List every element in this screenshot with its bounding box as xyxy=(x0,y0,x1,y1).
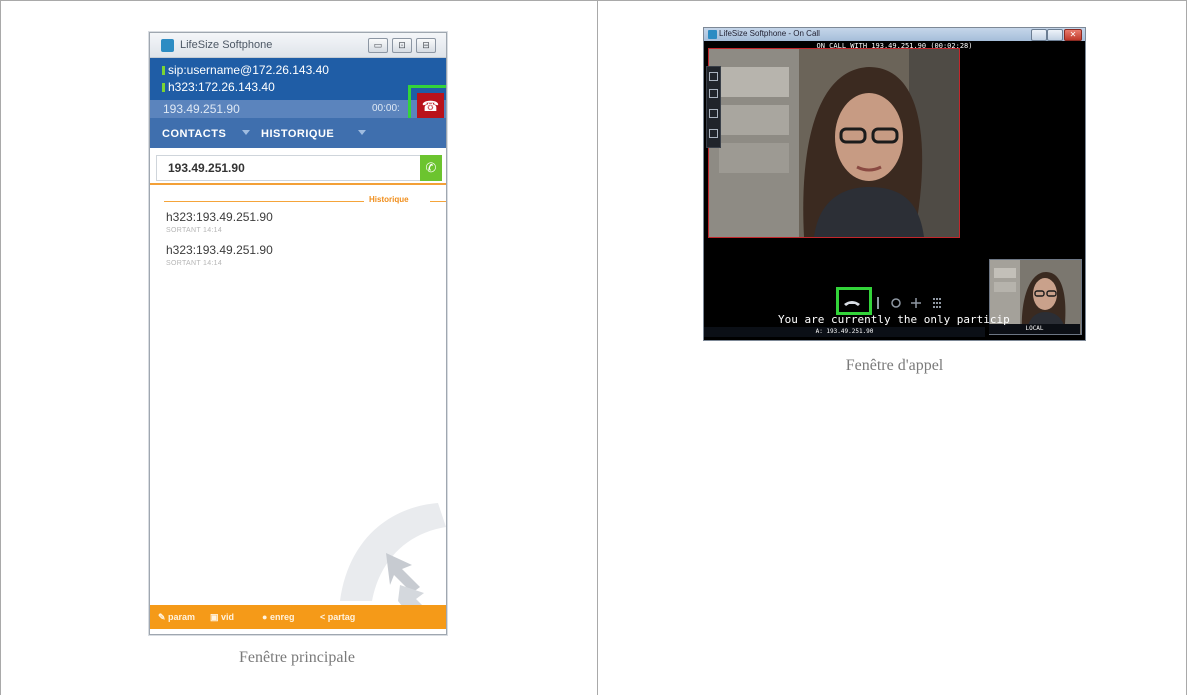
move-icon[interactable] xyxy=(911,298,921,308)
chevron-down-icon[interactable] xyxy=(358,130,366,135)
history-item[interactable]: h323:193.49.251.90 xyxy=(166,243,273,257)
bottom-toolbar: ✎ param ▣ vid ● enreg < partag xyxy=(150,605,446,629)
close-icon: ✕ xyxy=(1069,30,1077,39)
divider xyxy=(164,201,364,202)
caption-main-window: Fenêtre principale xyxy=(239,649,355,666)
nav-tabs: CONTACTS HISTORIQUE xyxy=(150,118,446,148)
sip-address: sip:username@172.26.143.40 xyxy=(168,63,329,77)
remote-participant-image xyxy=(709,49,959,237)
h323-address: h323:172.26.143.40 xyxy=(168,80,275,94)
table-divider xyxy=(597,0,598,695)
camera-icon[interactable] xyxy=(709,109,718,118)
param-label: param xyxy=(168,612,196,622)
record-label: enreg xyxy=(269,612,295,622)
call-window-titlebar: LifeSize Softphone - On Call ✕ xyxy=(704,28,1085,41)
status-dot-icon xyxy=(162,83,165,92)
call-timer: 00:00: xyxy=(372,103,400,114)
remote-video xyxy=(708,48,960,238)
param-button[interactable]: ✎ param xyxy=(158,612,195,623)
h323-status: h323:172.26.143.40 xyxy=(162,80,275,94)
phone-icon: ✆ xyxy=(425,160,437,175)
restore-button[interactable]: ⊡ xyxy=(392,38,412,53)
record-button[interactable]: ● enreg xyxy=(262,612,294,622)
call-window-title: LifeSize Softphone - On Call xyxy=(719,29,820,38)
app-icon xyxy=(161,39,174,52)
main-window-title: LifeSize Softphone xyxy=(180,39,273,51)
video-label: vid xyxy=(221,612,235,622)
history-item[interactable]: h323:193.49.251.90 xyxy=(166,210,273,224)
main-window-titlebar: LifeSize Softphone ▭ ⊡ ⊟ xyxy=(150,33,446,58)
divider xyxy=(150,183,446,185)
tab-historique[interactable]: HISTORIQUE xyxy=(261,128,334,140)
side-toolbar xyxy=(706,66,721,148)
video-button[interactable]: ▣ vid xyxy=(210,612,234,623)
maximize-button[interactable]: ⊟ xyxy=(416,38,436,53)
keypad-icon[interactable] xyxy=(933,298,941,308)
dial-input-value: 193.49.251.90 xyxy=(168,161,245,175)
history-item-meta: SORTANT 14:14 xyxy=(166,260,223,267)
maximize-button[interactable] xyxy=(1047,29,1063,41)
registration-status: sip:username@172.26.143.40 h323:172.26.1… xyxy=(150,58,446,100)
close-button[interactable]: ✕ xyxy=(1064,29,1082,41)
share-button[interactable]: < partag xyxy=(320,612,355,622)
speaker-icon[interactable] xyxy=(709,89,718,98)
remote-address: A: 193.49.251.90 xyxy=(704,327,985,337)
sip-status: sip:username@172.26.143.40 xyxy=(162,63,329,77)
participant-message: You are currently the only particip xyxy=(778,313,1010,326)
minimize-button[interactable]: ▭ xyxy=(368,38,388,53)
share-label: partag xyxy=(327,612,356,622)
minimize-button[interactable] xyxy=(1031,29,1047,41)
table-border-top xyxy=(0,0,1187,1)
layout-icon[interactable] xyxy=(709,129,718,138)
dial-input[interactable]: 193.49.251.90 xyxy=(156,155,422,181)
caption-call-window: Fenêtre d'appel xyxy=(845,357,944,374)
table-border-left xyxy=(0,0,1,695)
microphone-icon[interactable] xyxy=(709,72,718,81)
divider xyxy=(430,201,446,202)
status-dot-icon xyxy=(162,66,165,75)
divider xyxy=(877,297,879,309)
globe-watermark-icon xyxy=(340,503,446,611)
active-call-ip: 193.49.251.90 xyxy=(163,102,240,116)
history-item-meta: SORTANT 14:14 xyxy=(166,227,223,234)
app-icon xyxy=(708,30,717,39)
active-call-bar: 193.49.251.90 00:00: xyxy=(150,100,446,118)
call-button[interactable]: ✆ xyxy=(420,155,442,181)
tab-contacts[interactable]: CONTACTS xyxy=(162,128,226,140)
chevron-down-icon[interactable] xyxy=(242,130,250,135)
record-icon[interactable] xyxy=(891,298,901,308)
highlight-box xyxy=(836,287,872,315)
main-window-screenshot: LifeSize Softphone ▭ ⊡ ⊟ sip:username@17… xyxy=(149,32,447,635)
history-section-label: Historique xyxy=(369,195,409,204)
call-window-screenshot: LifeSize Softphone - On Call ✕ ON CALL W… xyxy=(703,27,1086,341)
